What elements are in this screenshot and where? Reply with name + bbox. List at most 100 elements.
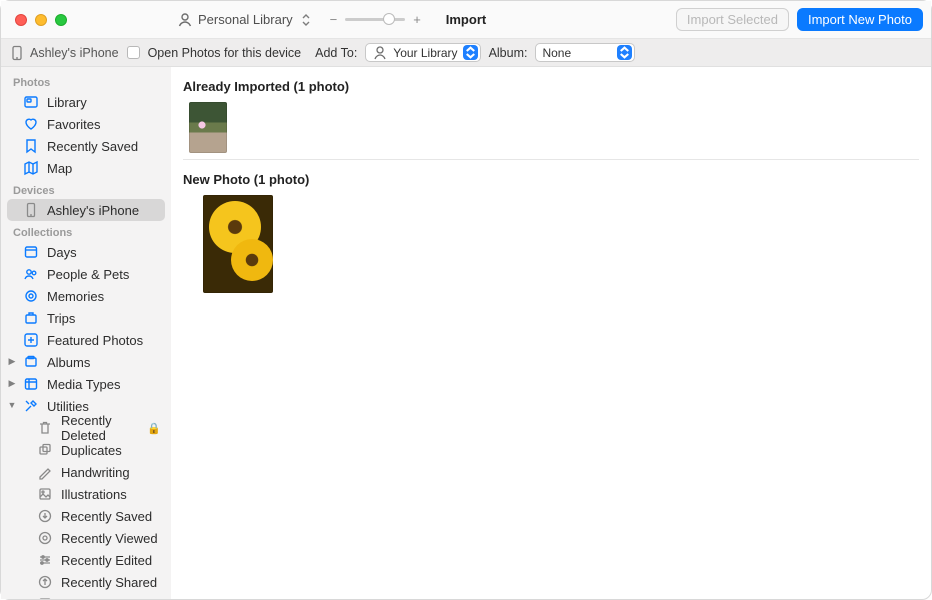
sidebar: Photos Library Favorites Recently Saved … <box>1 67 171 599</box>
bookmark-icon <box>23 138 39 154</box>
person-icon <box>177 12 193 28</box>
library-picker[interactable]: Personal Library <box>171 10 320 30</box>
chevron-right-icon[interactable]: ▶ <box>7 378 17 389</box>
sidebar-item-people-pets[interactable]: People & Pets <box>1 263 171 285</box>
sidebar-item-days[interactable]: Days <box>1 241 171 263</box>
album-popup[interactable]: None <box>535 43 635 62</box>
sidebar-item-label: Recently Viewed <box>61 531 158 546</box>
photo-thumbnail[interactable] <box>189 102 227 153</box>
albums-icon <box>23 354 39 370</box>
sidebar-item-label: Duplicates <box>61 443 122 458</box>
add-to-value: Your Library <box>393 46 457 60</box>
sidebar-item-illustrations[interactable]: Illustrations <box>1 483 171 505</box>
sidebar-item-label: Ashley's iPhone <box>47 203 139 218</box>
sidebar-item-label: Memories <box>47 289 104 304</box>
sidebar-item-imports[interactable]: Imports <box>1 593 171 599</box>
photo-thumbnail[interactable] <box>203 195 273 293</box>
zoom-slider-knob[interactable] <box>383 13 395 25</box>
updown-icon <box>298 12 314 28</box>
sidebar-item-recently-saved-util[interactable]: Recently Saved <box>1 505 171 527</box>
album-value: None <box>542 46 571 60</box>
sidebar-item-label: Map <box>47 161 72 176</box>
sparkles-icon <box>23 332 39 348</box>
pencil-icon <box>37 464 53 480</box>
import-new-button[interactable]: Import New Photo <box>797 8 923 31</box>
memories-icon <box>23 288 39 304</box>
sidebar-item-label: Imports <box>61 597 104 600</box>
illustration-icon <box>37 486 53 502</box>
people-icon <box>23 266 39 282</box>
sidebar-item-label: Recently Saved <box>61 509 152 524</box>
toolbar-right: Import Selected Import New Photo <box>676 8 931 31</box>
import-icon <box>37 596 53 599</box>
person-icon <box>372 45 388 61</box>
traffic-lights <box>1 14 171 26</box>
download-icon <box>37 508 53 524</box>
library-icon <box>23 94 39 110</box>
trash-icon <box>37 420 53 436</box>
import-selected-button: Import Selected <box>676 8 789 31</box>
sidebar-item-media-types[interactable]: ▶ Media Types <box>1 373 171 395</box>
sidebar-item-label: Albums <box>47 355 90 370</box>
minimize-window-button[interactable] <box>35 14 47 26</box>
sidebar-item-favorites[interactable]: Favorites <box>1 113 171 135</box>
sidebar-item-featured[interactable]: Featured Photos <box>1 329 171 351</box>
sidebar-item-label: People & Pets <box>47 267 129 282</box>
updown-icon <box>463 45 478 60</box>
open-photos-label: Open Photos for this device <box>148 46 302 60</box>
chevron-down-icon[interactable]: ▼ <box>7 400 17 410</box>
new-photo-thumbs <box>183 195 919 293</box>
library-picker-label: Personal Library <box>198 12 293 27</box>
zoom-slider[interactable] <box>345 18 405 21</box>
source-device-label: Ashley's iPhone <box>30 46 119 60</box>
close-window-button[interactable] <box>15 14 27 26</box>
sidebar-item-device-iphone[interactable]: Ashley's iPhone <box>7 199 165 221</box>
zoom-out-button[interactable]: − <box>330 12 338 27</box>
sidebar-item-recently-saved[interactable]: Recently Saved <box>1 135 171 157</box>
already-imported-header: Already Imported (1 photo) <box>183 75 919 102</box>
open-photos-checkbox[interactable] <box>127 46 140 59</box>
source-device: Ashley's iPhone <box>9 45 119 61</box>
sidebar-item-memories[interactable]: Memories <box>1 285 171 307</box>
already-imported-thumbs <box>183 102 919 153</box>
sidebar-item-label: Handwriting <box>61 465 130 480</box>
sidebar-item-duplicates[interactable]: Duplicates <box>1 439 171 461</box>
sidebar-item-library[interactable]: Library <box>1 91 171 113</box>
chevron-right-icon[interactable]: ▶ <box>7 356 17 367</box>
import-options-bar: Ashley's iPhone Open Photos for this dev… <box>1 39 931 67</box>
zoom-in-button[interactable]: + <box>413 12 421 27</box>
duplicates-icon <box>37 442 53 458</box>
sidebar-item-map[interactable]: Map <box>1 157 171 179</box>
updown-icon <box>617 45 632 60</box>
sidebar-item-label: Utilities <box>47 399 89 414</box>
import-content: Already Imported (1 photo) New Photo (1 … <box>171 67 931 599</box>
sidebar-item-label: Days <box>47 245 77 260</box>
zoom-window-button[interactable] <box>55 14 67 26</box>
share-icon <box>37 574 53 590</box>
eye-icon <box>37 530 53 546</box>
thumbnail-zoom: − + <box>330 12 421 27</box>
sidebar-item-label: Favorites <box>47 117 100 132</box>
media-icon <box>23 376 39 392</box>
sliders-icon <box>37 552 53 568</box>
sidebar-item-label: Recently Saved <box>47 139 138 154</box>
calendar-icon <box>23 244 39 260</box>
sidebar-item-recently-deleted[interactable]: Recently Deleted 🔒 <box>1 417 171 439</box>
wrench-icon <box>23 398 39 414</box>
sidebar-item-label: Trips <box>47 311 75 326</box>
sidebar-item-recently-viewed[interactable]: Recently Viewed <box>1 527 171 549</box>
add-to-label: Add To: <box>315 46 357 60</box>
sidebar-item-label: Recently Edited <box>61 553 152 568</box>
section-divider <box>183 159 919 160</box>
sidebar-item-trips[interactable]: Trips <box>1 307 171 329</box>
sidebar-section-collections: Collections <box>1 221 171 241</box>
sidebar-item-label: Media Types <box>47 377 120 392</box>
sidebar-item-recently-edited[interactable]: Recently Edited <box>1 549 171 571</box>
add-to-popup[interactable]: Your Library <box>365 43 480 62</box>
sidebar-item-handwriting[interactable]: Handwriting <box>1 461 171 483</box>
sidebar-item-recently-shared[interactable]: Recently Shared <box>1 571 171 593</box>
album-label: Album: <box>489 46 528 60</box>
sidebar-item-label: Illustrations <box>61 487 127 502</box>
sidebar-item-albums[interactable]: ▶ Albums <box>1 351 171 373</box>
map-icon <box>23 160 39 176</box>
